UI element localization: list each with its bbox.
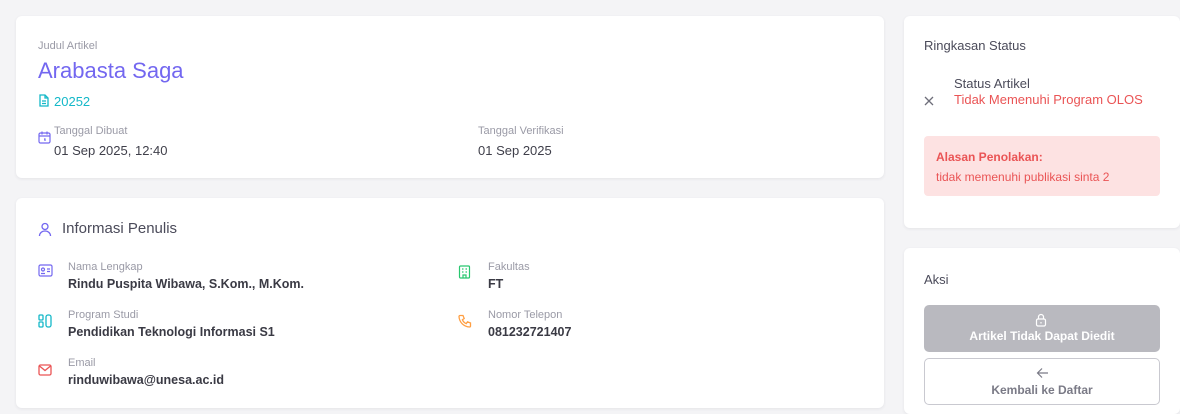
study-program-value: Pendidikan Teknologi Informasi S1 (68, 325, 275, 339)
document-icon (38, 94, 50, 107)
email-value: rinduwibawa@unesa.ac.id (68, 373, 224, 387)
id-card-icon (38, 264, 53, 277)
edit-article-label: Artikel Tidak Dapat Diedit (969, 329, 1115, 343)
actions-title: Aksi (924, 272, 949, 287)
faculty-value: FT (488, 277, 504, 291)
mail-icon (38, 364, 52, 376)
rejection-reason-label: Alasan Penolakan: (936, 150, 1043, 164)
phone-value: 081232721407 (488, 325, 572, 339)
x-icon (924, 96, 934, 106)
verified-date-value: 01 Sep 2025 (478, 143, 552, 158)
arrow-left-icon (1036, 367, 1049, 379)
back-to-list-button[interactable]: Kembali ke Daftar (924, 358, 1160, 405)
created-date-value: 01 Sep 2025, 12:40 (54, 143, 168, 158)
full-name-value: Rindu Puspita Wibawa, S.Kom., M.Kom. (68, 277, 305, 291)
phone-icon (458, 314, 472, 328)
edit-article-button[interactable]: Artikel Tidak Dapat Diedit (924, 305, 1160, 352)
back-to-list-label: Kembali ke Daftar (991, 383, 1093, 397)
calendar-icon (38, 131, 51, 144)
building-icon (458, 265, 471, 279)
article-id: 20252 (54, 94, 91, 109)
faculty-label: Fakultas (488, 261, 530, 273)
rejection-reason-box: Alasan Penolakan: tidak memenuhi publika… (924, 136, 1160, 196)
verified-date-label: Tanggal Verifikasi (478, 125, 564, 137)
status-summary-title: Ringkasan Status (924, 38, 1026, 53)
article-title-label: Judul Artikel (38, 40, 98, 52)
full-name-label: Nama Lengkap (68, 261, 143, 273)
status-summary-card: Ringkasan Status Status Artikel Tidak Me… (904, 16, 1180, 228)
article-title: Arabasta Saga (38, 58, 184, 83)
article-card: Judul Artikel Arabasta Saga 20252 Tangga… (16, 16, 884, 178)
user-icon (38, 222, 52, 237)
article-status-value: Tidak Memenuhi Program OLOS (954, 92, 1143, 107)
email-label: Email (68, 357, 96, 369)
grid-icon (38, 314, 52, 328)
actions-card: Aksi Artikel Tidak Dapat Diedit Kembali … (904, 248, 1180, 414)
rejection-reason-text: tidak memenuhi publikasi sinta 2 (936, 170, 1110, 184)
phone-label: Nomor Telepon (488, 309, 563, 321)
author-section-title: Informasi Penulis (62, 220, 178, 237)
author-info-card: Informasi Penulis Nama Lengkap Rindu Pus… (16, 198, 884, 408)
created-date-label: Tanggal Dibuat (54, 125, 128, 137)
article-status-label: Status Artikel (954, 76, 1030, 91)
lock-icon (1035, 313, 1047, 327)
study-program-label: Program Studi (68, 309, 139, 321)
